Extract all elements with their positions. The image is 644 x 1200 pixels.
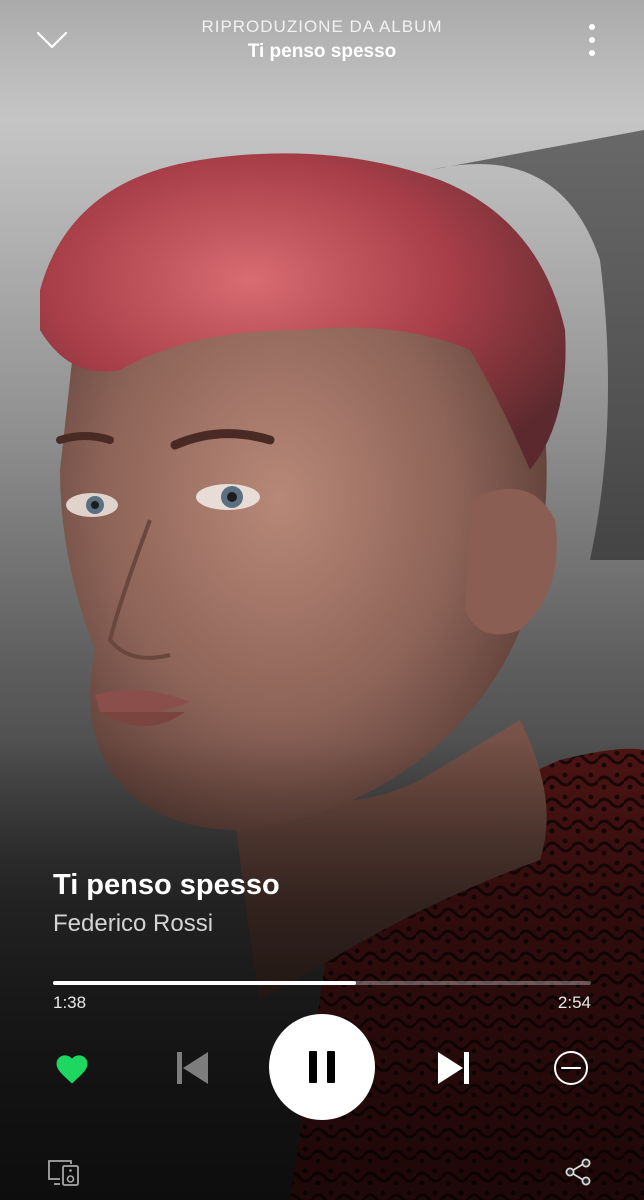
pause-button[interactable] — [269, 1014, 375, 1120]
share-button[interactable] — [556, 1150, 600, 1194]
chevron-down-icon — [36, 31, 68, 49]
elapsed-time: 1:38 — [53, 993, 87, 1012]
skip-next-icon — [438, 1052, 469, 1084]
devices-icon — [48, 1160, 79, 1186]
player-header: RIPRODUZIONE DA ALBUM Ti penso spesso — [0, 0, 644, 90]
connect-devices-button[interactable] — [42, 1152, 86, 1192]
bottom-gradient — [0, 740, 644, 1200]
album-title[interactable]: Ti penso spesso — [120, 41, 524, 63]
collapse-button[interactable] — [30, 22, 74, 58]
previous-track-button[interactable] — [168, 1044, 216, 1092]
share-icon — [565, 1158, 591, 1186]
minus-circle-icon — [554, 1051, 588, 1085]
progress-bar[interactable] — [53, 981, 591, 985]
hide-song-button[interactable] — [547, 1044, 595, 1092]
skip-previous-icon — [177, 1052, 208, 1084]
track-artist[interactable]: Federico Rossi — [53, 910, 213, 938]
total-duration: 2:54 — [557, 993, 591, 1012]
track-title[interactable]: Ti penso spesso — [53, 869, 280, 902]
playing-from-label: RIPRODUZIONE DA ALBUM — [201, 17, 443, 36]
like-button[interactable] — [48, 1044, 96, 1092]
pause-icon — [309, 1051, 335, 1083]
next-track-button[interactable] — [430, 1044, 478, 1092]
more-options-button[interactable] — [570, 16, 614, 64]
progress-bar-fill — [53, 981, 356, 985]
heart-icon — [56, 1055, 88, 1084]
now-playing-screen: RIPRODUZIONE DA ALBUM Ti penso spesso Ti… — [0, 0, 644, 1200]
more-vertical-icon — [589, 24, 595, 56]
